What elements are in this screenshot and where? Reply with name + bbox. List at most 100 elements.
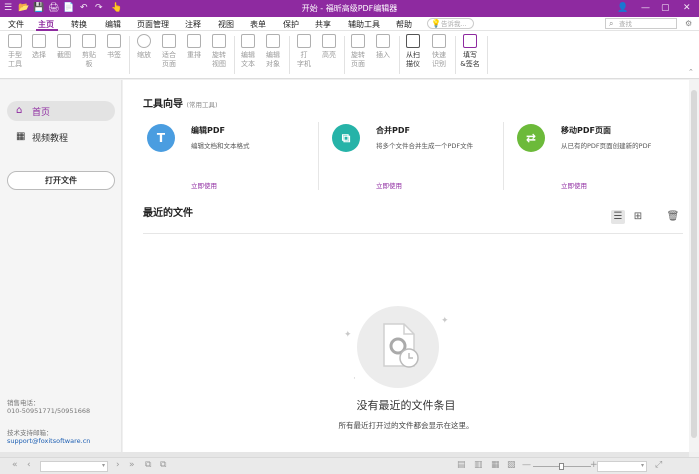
trash-icon[interactable]: 🗑 <box>666 210 680 224</box>
copy-page-icon[interactable]: ⧉ <box>145 460 151 470</box>
menu-help[interactable]: 帮助 <box>396 19 412 30</box>
menu-view[interactable]: 视图 <box>218 19 234 30</box>
hand-tool-button[interactable]: 手型 工具 <box>4 34 26 69</box>
facing-page-icon[interactable]: ▦ <box>491 460 500 470</box>
single-page-icon[interactable]: ▤ <box>457 460 466 470</box>
quick-ocr-button[interactable]: 快速 识别 <box>428 34 450 69</box>
empty-file-icon <box>383 323 419 368</box>
list-view-icon[interactable]: ☰ <box>611 210 625 224</box>
fullscreen-icon[interactable]: ⤢ <box>655 460 662 470</box>
from-scanner-button[interactable]: 从扫 描仪 <box>401 34 425 69</box>
last-page-icon[interactable]: » <box>129 460 135 470</box>
close-icon[interactable]: ✕ <box>683 3 691 13</box>
menu-edit[interactable]: 编辑 <box>105 19 121 30</box>
fit-page-icon <box>162 34 176 48</box>
tool-wizard-title: 工具向导 <box>143 99 183 110</box>
vertical-scrollbar[interactable] <box>689 80 699 452</box>
rotate-view-button[interactable]: 旋转 视图 <box>208 34 230 69</box>
select-text-icon <box>32 34 46 48</box>
title-bar: ☰ 📂 💾 🖨 📄 ↶ ↷ 👆 开始 - 福昕高级PDF编辑器 👤 — ▢ ✕ <box>0 0 699 17</box>
empty-state-title: 没有最近的文件条目 <box>356 399 456 412</box>
sales-phone: 010-50951771/50951668 <box>7 407 91 415</box>
find-input[interactable]: ⌕ 查找 <box>605 18 677 29</box>
reflow-button[interactable]: 重排 <box>183 34 205 60</box>
screenshot-icon <box>57 34 71 48</box>
page-number-input[interactable]: ▾ <box>40 461 108 472</box>
maximize-icon[interactable]: ▢ <box>661 3 670 13</box>
zoom-out-icon[interactable]: — <box>522 460 531 470</box>
zoom-level-input[interactable]: ▾ <box>597 461 647 472</box>
account-icon[interactable]: 👤 <box>617 3 628 13</box>
zoom-slider-handle[interactable] <box>559 463 564 470</box>
tell-me-search[interactable]: 💡 告诉我... <box>427 18 474 29</box>
sidebar-item-home[interactable]: ⌂ 首页 <box>7 101 115 121</box>
insert-button[interactable]: 插入 <box>372 34 394 60</box>
tool-desc: 将多个文件合并生成一个PDF文件 <box>376 142 474 150</box>
chevron-down-icon: ▾ <box>101 462 105 469</box>
menu-accessibility[interactable]: 辅助工具 <box>348 19 380 30</box>
edit-text-button[interactable]: 编辑 文本 <box>237 34 259 69</box>
empty-state-subtitle: 所有最近打开过的文件都会显示在这里。 <box>338 421 474 430</box>
sidebar-item-label: 首页 <box>32 108 51 118</box>
tool-card-move-pages[interactable]: ⇄ 移动PDF页面 从已有的PDF页面创建新的PDF 立即使用 <box>517 124 697 194</box>
fill-sign-button[interactable]: 填写 &签名 <box>457 34 483 69</box>
rotate-page-icon <box>351 34 365 48</box>
grid-view-icon[interactable]: ⊞ <box>631 210 645 224</box>
collapse-ribbon-icon[interactable]: ⌃ <box>688 68 694 76</box>
tool-card-merge-pdf[interactable]: ⧉ 合并PDF 将多个文件合并生成一个PDF文件 立即使用 <box>332 124 512 194</box>
ribbon-separator <box>289 36 290 74</box>
sidebar-item-video-tutorials[interactable]: ▦ 视频教程 <box>7 127 115 147</box>
ribbon-separator <box>344 36 345 74</box>
menu-page-management[interactable]: 页面管理 <box>137 19 169 30</box>
rotate-page-button[interactable]: 旋转 页面 <box>347 34 369 69</box>
chevron-down-icon: ▾ <box>640 462 644 469</box>
select-button[interactable]: 选择 <box>28 34 50 60</box>
menu-file[interactable]: 文件 <box>8 19 24 30</box>
prev-page-icon[interactable]: ‹ <box>27 460 31 470</box>
clipboard-button[interactable]: 剪贴 板 <box>78 34 100 69</box>
typewriter-button[interactable]: 打 字机 <box>293 34 315 69</box>
menu-share[interactable]: 共享 <box>315 19 331 30</box>
edit-text-icon <box>241 34 255 48</box>
use-now-link[interactable]: 立即使用 <box>376 180 402 190</box>
recent-divider <box>143 233 683 234</box>
card-divider <box>503 122 504 190</box>
rotate-view-icon <box>212 34 226 48</box>
lightbulb-icon: 💡 <box>431 19 441 28</box>
edit-object-icon <box>266 34 280 48</box>
use-now-link[interactable]: 立即使用 <box>191 180 217 190</box>
open-file-button[interactable]: 打开文件 <box>7 171 115 190</box>
settings-icon[interactable]: ⚙ <box>685 19 692 28</box>
zoom-icon <box>137 34 151 48</box>
screenshot-button[interactable]: 截图 <box>53 34 75 60</box>
first-page-icon[interactable]: « <box>12 460 18 470</box>
tool-title: 合并PDF <box>376 126 410 135</box>
ribbon-separator <box>399 36 400 74</box>
zoom-button[interactable]: 缩放 <box>133 34 155 60</box>
paste-page-icon[interactable]: ⧉ <box>160 460 166 470</box>
fit-page-button[interactable]: 适合 页面 <box>158 34 180 69</box>
bookmark-button[interactable]: 书签 <box>103 34 125 60</box>
tool-desc: 从已有的PDF页面创建新的PDF <box>561 142 652 150</box>
highlight-button[interactable]: 高亮 <box>318 34 340 60</box>
minimize-icon[interactable]: — <box>641 3 650 13</box>
menu-form[interactable]: 表单 <box>250 19 266 30</box>
start-page: 工具向导 (常用工具) T 编辑PDF 编辑文档和文本格式 立即使用 ⧉ 合并P… <box>123 80 689 452</box>
next-page-icon[interactable]: › <box>116 460 120 470</box>
tool-title: 移动PDF页面 <box>561 126 611 135</box>
merge-pdf-icon: ⧉ <box>332 124 360 152</box>
edit-object-button[interactable]: 编辑 对象 <box>262 34 284 69</box>
ribbon-separator <box>487 36 488 74</box>
menu-convert[interactable]: 转换 <box>71 19 87 30</box>
tool-wizard-subtitle: (常用工具) <box>186 101 218 109</box>
menu-comment[interactable]: 注释 <box>185 19 201 30</box>
menu-protect[interactable]: 保护 <box>283 19 299 30</box>
use-now-link[interactable]: 立即使用 <box>561 180 587 190</box>
support-email-link[interactable]: support@foxitsoftware.cn <box>7 437 90 445</box>
sidebar-item-label: 视频教程 <box>32 134 69 144</box>
continuous-page-icon[interactable]: ▥ <box>474 460 483 470</box>
ribbon-separator <box>129 36 130 74</box>
scrollbar-thumb[interactable] <box>691 90 697 438</box>
continuous-facing-icon[interactable]: ▧ <box>507 460 516 470</box>
tool-card-edit-pdf[interactable]: T 编辑PDF 编辑文档和文本格式 立即使用 <box>147 124 327 194</box>
